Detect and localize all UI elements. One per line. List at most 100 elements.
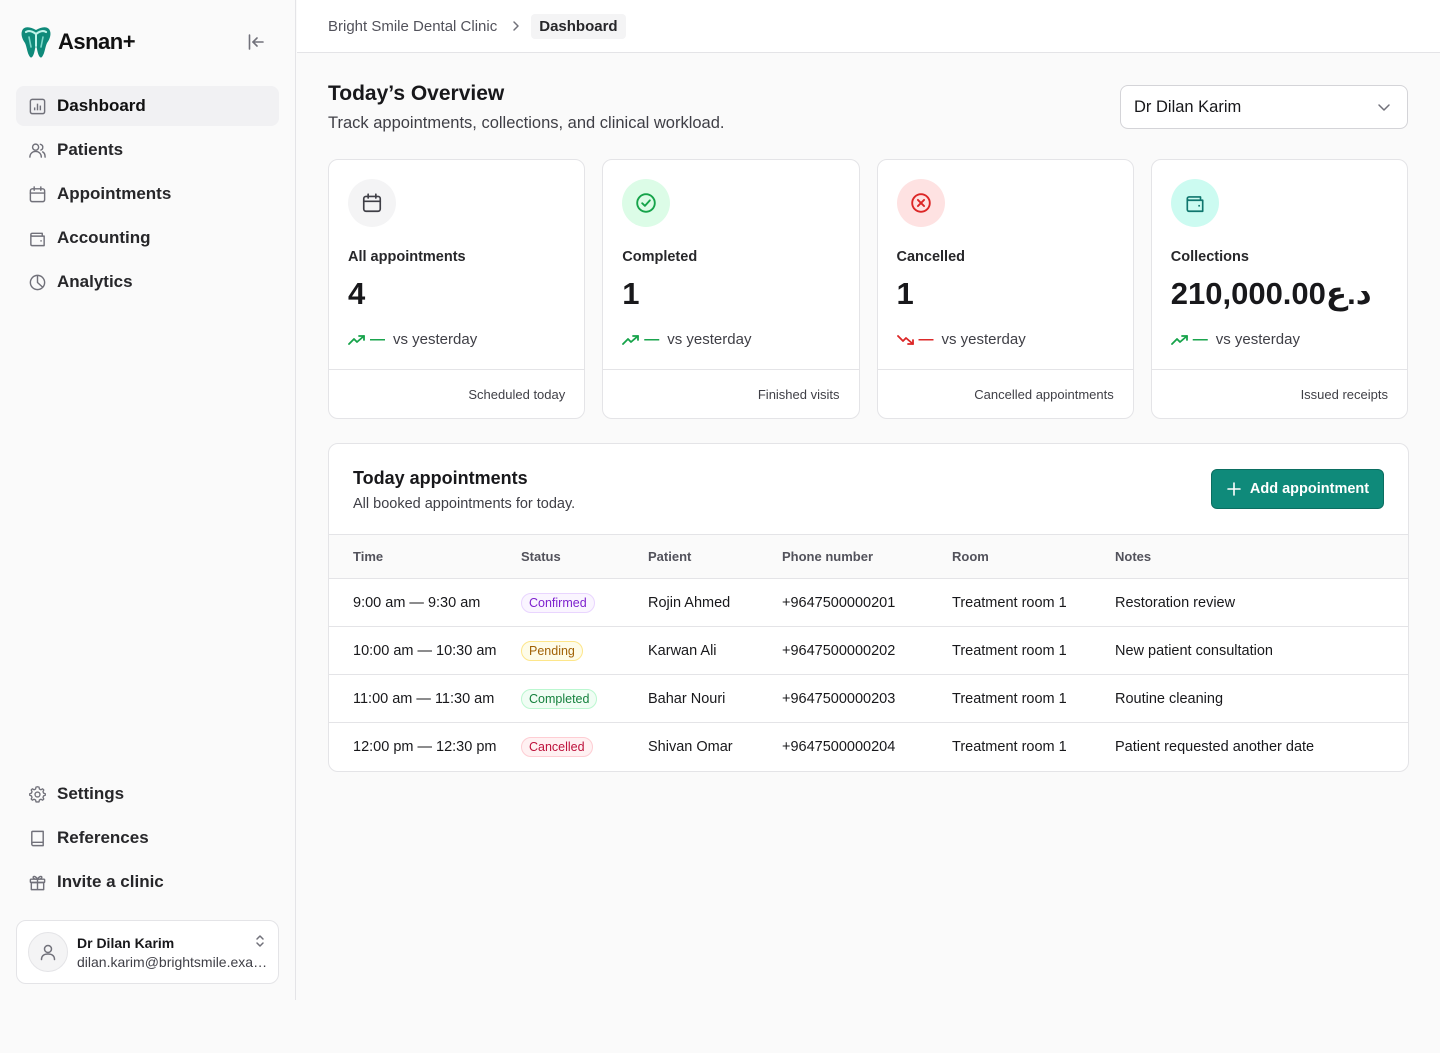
calendar-icon [29, 185, 46, 202]
breadcrumb: Bright Smile Dental Clinic Dashboard [328, 13, 626, 39]
wallet-icon [30, 232, 45, 246]
cell-room: Treatment room 1 [952, 738, 1067, 755]
table-row[interactable]: 10:00 am — 10:30 am Pending Karwan Ali +… [329, 626, 1408, 675]
stat-icon-wrap [622, 179, 671, 227]
sidebar-item-label: Invite a clinic [57, 872, 164, 891]
status-badge: Cancelled [521, 736, 593, 757]
table-row[interactable]: 9:00 am — 9:30 am Confirmed Rojin Ahmed … [329, 578, 1408, 627]
sidebar-item-analytics[interactable]: Analytics [16, 262, 279, 302]
user-name: Dr Dilan Karim [77, 934, 175, 951]
add-appointment-label: Add appointment [1249, 481, 1370, 497]
cell-status: Confirmed [521, 578, 648, 627]
table-row[interactable]: 12:00 pm — 12:30 pm Cancelled Shivan Oma… [329, 723, 1408, 771]
today-appointments-panel: Today appointments All booked appointmen… [328, 443, 1409, 772]
chevron-down-icon [1378, 104, 1390, 111]
gear-icon [29, 785, 46, 803]
stat-trend: — vs yesterday [348, 331, 477, 348]
cell-room: Treatment room 1 [952, 674, 1115, 723]
column-header-room[interactable]: Room [952, 534, 1115, 579]
cell-time: 10:00 am — 10:30 am [329, 626, 521, 675]
stat-value: 1 [622, 276, 639, 311]
stat-label: Collections [1170, 249, 1249, 265]
sidebar-item-appointments[interactable]: Appointments [16, 174, 279, 214]
pie-chart-icon [29, 274, 46, 290]
stat-card-completed: Completed 1 — vs yesterday Finished visi… [602, 159, 860, 419]
cell-notes: Routine cleaning [1115, 674, 1408, 723]
column-header-phone[interactable]: Phone number [782, 534, 952, 579]
chevron-right-icon [511, 20, 521, 32]
check-circle-icon [636, 193, 656, 213]
cell-room: Treatment room 1 [952, 626, 1115, 675]
cell-patient: Shivan Omar [648, 738, 733, 755]
table-header-row: Time Status Patient Phone number Room No… [329, 534, 1408, 579]
wallet-icon [1186, 196, 1204, 213]
trend-compare: vs yesterday [1215, 331, 1300, 348]
table-row[interactable]: 11:00 am — 11:30 am Completed Bahar Nour… [329, 674, 1408, 723]
sidebar-item-label: Settings [57, 784, 125, 803]
cell-time: 9:00 am — 9:30 am [329, 578, 521, 627]
cell-time: 11:00 am — 11:30 am [329, 674, 521, 723]
sidebar-item-references[interactable]: References [16, 818, 279, 858]
cell-phone: +9647500000202 [782, 626, 952, 675]
users-icon [29, 142, 46, 158]
column-header-notes[interactable]: Notes [1115, 534, 1408, 579]
calendar-icon [362, 193, 382, 213]
sidebar-nav: Dashboard Patients Appointments Accounti… [16, 86, 279, 306]
collapse-sidebar-button[interactable] [244, 30, 268, 54]
stat-trend: — vs yesterday [622, 331, 751, 348]
cell-room: Treatment room 1 [952, 578, 1115, 627]
status-badge: Pending [521, 640, 583, 661]
cell-notes: Restoration review [1115, 578, 1408, 627]
sidebar-item-patients[interactable]: Patients [16, 130, 279, 170]
trend-dash: — [918, 331, 934, 348]
stat-value: 4 [348, 276, 365, 311]
topbar: Bright Smile Dental Clinic Dashboard [297, 0, 1440, 53]
breadcrumb-current: Dashboard [531, 13, 626, 39]
sidebar-item-label: References [57, 828, 149, 847]
sidebar-item-settings[interactable]: Settings [16, 774, 279, 814]
plus-icon [1227, 482, 1241, 496]
trend-up-icon [1170, 334, 1188, 345]
cell-phone: +9647500000203 [782, 674, 952, 723]
sidebar-item-accounting[interactable]: Accounting [16, 218, 279, 258]
user-menu[interactable]: Dr Dilan Karim dilan.karim@brightsmile.e… [16, 920, 279, 984]
column-header-status[interactable]: Status [521, 534, 648, 579]
column-header-time[interactable]: Time [329, 534, 521, 579]
add-appointment-button[interactable]: Add appointment [1211, 469, 1384, 509]
stat-footer: Cancelled appointments [877, 369, 1133, 418]
cell-status: Completed [521, 674, 648, 723]
trend-compare: vs yesterday [941, 331, 1026, 348]
cell-notes: Patient requested another date [1115, 738, 1315, 755]
section-title: Today appointments [353, 468, 528, 488]
stat-trend: — vs yesterday [1170, 331, 1300, 348]
stats-row: All appointments 4 — vs yesterday Schedu… [328, 159, 1408, 419]
cell-status: Pending [521, 626, 648, 675]
doctor-select-value: Dr Dilan Karim [1134, 97, 1242, 116]
user-icon [40, 944, 56, 961]
stat-footer: Scheduled today [329, 369, 585, 418]
sidebar-item-label: Appointments [57, 184, 172, 203]
stat-label: Completed [622, 249, 698, 265]
chart-icon [29, 98, 46, 114]
trend-compare: vs yesterday [667, 331, 752, 348]
trend-dash: — [370, 331, 385, 348]
brand[interactable]: Asnan+ [20, 24, 136, 60]
page-subtitle: Track appointments, collections, and cli… [328, 114, 725, 132]
cell-patient: Karwan Ali [648, 626, 782, 675]
cell-status: Cancelled [521, 723, 648, 771]
column-header-patient[interactable]: Patient [648, 534, 782, 579]
chevron-up-down-icon [256, 935, 264, 947]
trend-dash: — [644, 331, 660, 348]
breadcrumb-clinic[interactable]: Bright Smile Dental Clinic [328, 18, 497, 35]
trend-up-icon [622, 334, 640, 345]
sidebar-item-dashboard[interactable]: Dashboard [16, 86, 279, 126]
main-content: Today’s Overview Track appointments, col… [297, 54, 1440, 1053]
status-badge: Confirmed [521, 592, 595, 613]
trend-dash: — [1192, 331, 1208, 348]
cell-patient: Rojin Ahmed [648, 578, 782, 627]
user-email: dilan.karim@brightsmile.example [77, 953, 269, 970]
sidebar-item-invite-clinic[interactable]: Invite a clinic [16, 862, 279, 902]
trend-compare: vs yesterday [393, 331, 478, 348]
stat-footer: Issued receipts [1151, 369, 1407, 418]
doctor-select[interactable]: Dr Dilan Karim [1120, 85, 1408, 129]
